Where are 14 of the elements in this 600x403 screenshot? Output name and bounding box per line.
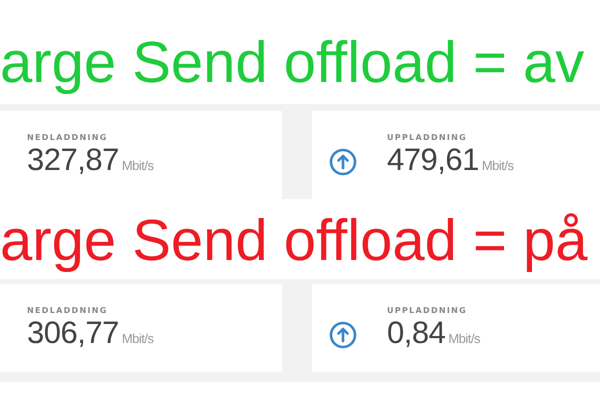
metric-label: NEDLADDNING xyxy=(27,132,109,142)
speed-value: 479,61 xyxy=(387,142,479,178)
speed-unit: Mbit/s xyxy=(482,158,514,172)
speed-value: 0,84 xyxy=(387,314,446,350)
metric-label: NEDLADDNING xyxy=(27,306,109,314)
heading: arge Send offload = av xyxy=(0,29,586,97)
heading: arge Send offload = på xyxy=(0,207,588,275)
speed-value: 327,87 xyxy=(27,142,119,178)
metric-label: UPPLADDNING xyxy=(387,132,468,142)
speed-unit: Mbit/s xyxy=(122,158,154,172)
speed-value: 306,77 xyxy=(27,314,119,350)
speed-unit: Mbit/s xyxy=(122,330,154,346)
metric-label: UPPLADDNING xyxy=(387,306,468,314)
speed-unit: Mbit/s xyxy=(448,330,480,346)
